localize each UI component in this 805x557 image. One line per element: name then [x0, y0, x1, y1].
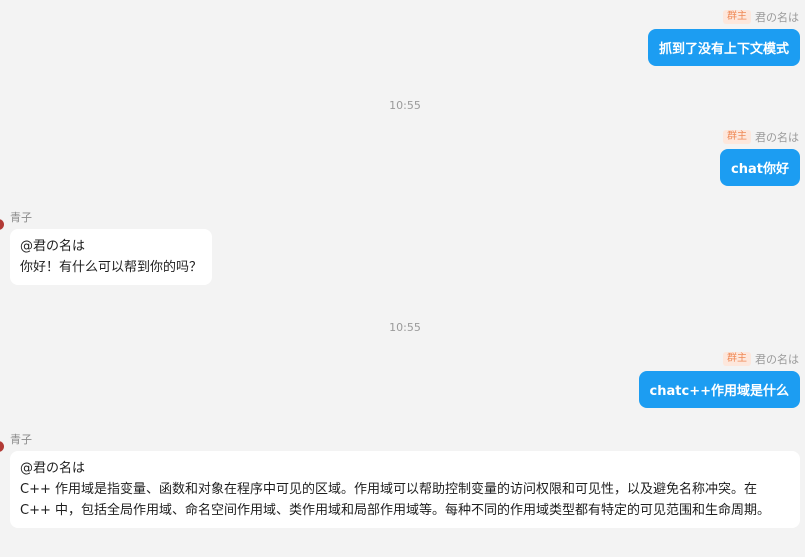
- avatar[interactable]: [0, 441, 4, 452]
- sender-name: 青子: [10, 211, 32, 224]
- message-text: chatc++作用域是什么: [649, 384, 789, 399]
- sender-name: 君の名は: [755, 131, 799, 144]
- time-divider: 10:55: [389, 321, 421, 334]
- outgoing-message-bubble[interactable]: chatc++作用域是什么: [638, 371, 800, 408]
- owner-badge: 群主: [723, 352, 751, 366]
- message-text: C++ 作用域是指变量、函数和对象在程序中可见的区域。作用域可以帮助控制变量的访…: [20, 482, 770, 518]
- owner-badge: 群主: [723, 10, 751, 24]
- outgoing-message-bubble[interactable]: chat你好: [720, 149, 800, 186]
- owner-badge: 群主: [723, 130, 751, 144]
- message-text: 抓到了没有上下文模式: [658, 42, 789, 57]
- sender-name: 君の名は: [755, 353, 799, 366]
- sender-name: 青子: [10, 433, 32, 446]
- chat-message-list[interactable]: 群主 君の名は 抓到了没有上下文模式 10:55 群主 君の名は chat你好 …: [0, 0, 805, 557]
- outgoing-message-bubble[interactable]: 抓到了没有上下文模式: [647, 29, 800, 66]
- avatar[interactable]: [0, 219, 4, 230]
- message-text: chat你好: [731, 162, 789, 177]
- message-text: 你好！有什么可以帮到你的吗？: [20, 260, 203, 275]
- message-sender-header: 群主 君の名は: [723, 351, 799, 367]
- incoming-message-bubble[interactable]: @君の名は C++ 作用域是指变量、函数和对象在程序中可见的区域。作用域可以帮助…: [10, 451, 800, 528]
- time-divider: 10:55: [389, 99, 421, 112]
- message-sender-header: 群主 君の名は: [723, 129, 799, 145]
- mention-text: @君の名は: [20, 461, 86, 476]
- message-sender-header: 群主 君の名は: [723, 9, 799, 25]
- mention-text: @君の名は: [20, 239, 86, 254]
- sender-name: 君の名は: [755, 11, 799, 24]
- incoming-message-bubble[interactable]: @君の名は 你好！有什么可以帮到你的吗？: [10, 229, 213, 285]
